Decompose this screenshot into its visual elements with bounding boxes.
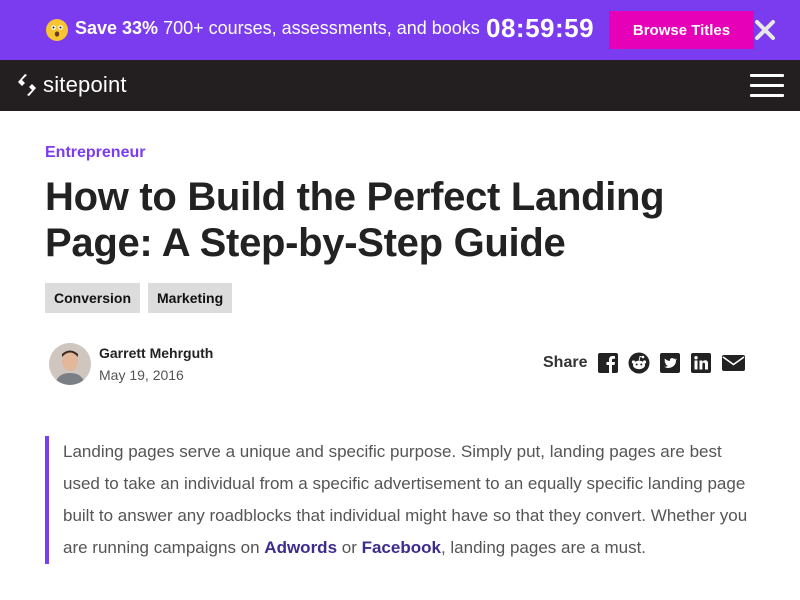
promo-highlight: Save 33% bbox=[75, 18, 159, 38]
linkedin-icon[interactable] bbox=[690, 352, 712, 374]
countdown-timer: 08:59:59 bbox=[486, 13, 595, 43]
avatar[interactable] bbox=[49, 343, 91, 385]
author-name[interactable]: Garrett Mehrguth bbox=[99, 345, 213, 361]
logo-text: sitepoint bbox=[43, 72, 127, 97]
tag-list: Conversion Marketing bbox=[45, 283, 233, 313]
intro-text-2: or bbox=[337, 538, 362, 557]
share-label: Share bbox=[543, 354, 588, 371]
author-block: Garrett Mehrguth May 19, 2016 bbox=[49, 343, 213, 385]
close-icon[interactable] bbox=[752, 15, 778, 45]
top-nav: sitepoint bbox=[0, 60, 800, 111]
publish-date: May 19, 2016 bbox=[99, 367, 184, 383]
promo-banner: Save 33% 700+ courses, assessments, and … bbox=[0, 0, 800, 60]
facebook-link[interactable]: Facebook bbox=[362, 538, 441, 557]
category-link[interactable]: Entrepreneur bbox=[45, 144, 145, 162]
tag-conversion[interactable]: Conversion bbox=[45, 283, 141, 313]
tag-marketing[interactable]: Marketing bbox=[148, 283, 233, 313]
sitepoint-logo[interactable]: sitepoint bbox=[16, 72, 127, 98]
promo-text: 700+ courses, assessments, and books bbox=[163, 18, 480, 38]
email-icon[interactable] bbox=[721, 352, 746, 374]
hamburger-menu-icon[interactable] bbox=[750, 74, 784, 98]
adwords-link[interactable]: Adwords bbox=[264, 538, 337, 557]
promo-message: Save 33% 700+ courses, assessments, and … bbox=[75, 18, 480, 39]
facebook-icon[interactable] bbox=[597, 352, 619, 374]
sitepoint-logo-icon bbox=[18, 74, 36, 96]
reddit-icon[interactable] bbox=[628, 352, 650, 374]
article-title: How to Build the Perfect Landing Page: A… bbox=[45, 175, 665, 265]
share-bar: Share bbox=[543, 352, 755, 374]
article-intro: Landing pages serve a unique and specifi… bbox=[45, 436, 755, 564]
astonished-face-icon bbox=[46, 19, 68, 41]
browse-titles-button[interactable]: Browse Titles bbox=[609, 11, 754, 49]
twitter-icon[interactable] bbox=[659, 352, 681, 374]
intro-text-3: , landing pages are a must. bbox=[440, 538, 647, 557]
